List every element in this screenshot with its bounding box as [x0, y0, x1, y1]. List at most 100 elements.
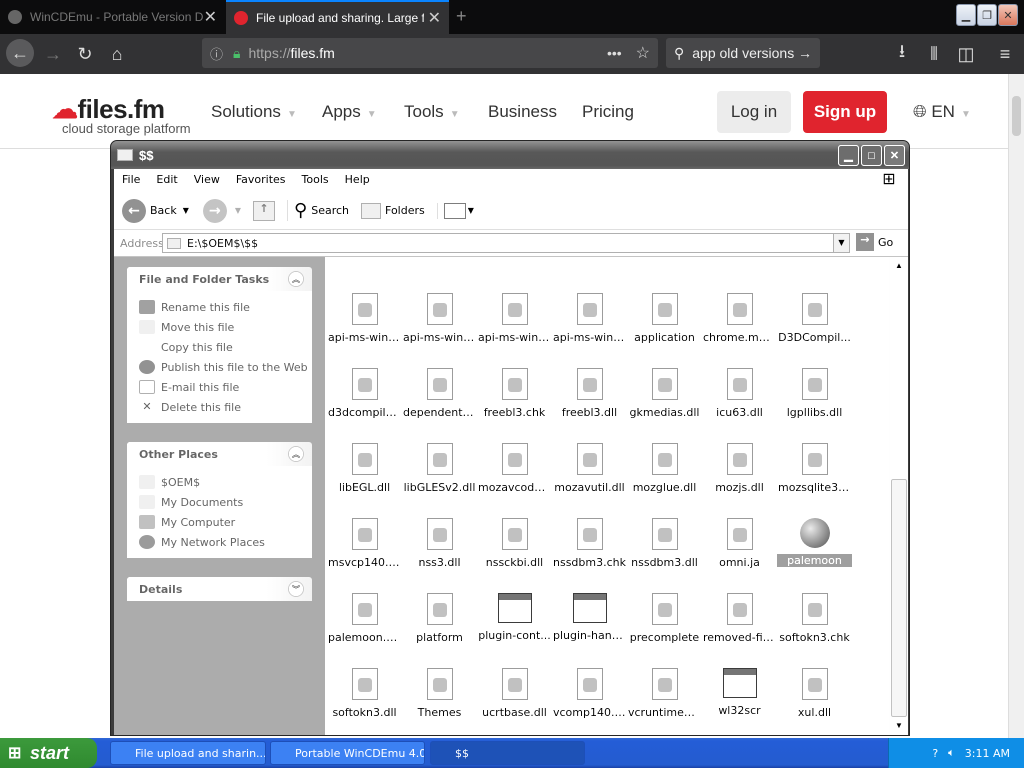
- file-item[interactable]: freebl3.dll: [552, 368, 627, 419]
- file-item[interactable]: msvcp140.dll: [327, 518, 402, 569]
- close-tab-icon[interactable]: ✕: [428, 8, 441, 28]
- panel-header[interactable]: Other Places ︽: [127, 442, 312, 466]
- close-button[interactable]: ✕: [884, 145, 905, 166]
- file-item[interactable]: softokn3.chk: [777, 593, 852, 644]
- place-oem[interactable]: $OEM$: [139, 472, 312, 492]
- signup-button[interactable]: Sign up: [803, 91, 887, 133]
- menu-tools[interactable]: Tools: [294, 173, 337, 186]
- up-folder-button[interactable]: ↑: [253, 200, 276, 221]
- go-button[interactable]: → Go: [856, 233, 893, 251]
- file-item[interactable]: libGLESv2.dll: [402, 443, 477, 494]
- nav-solutions[interactable]: Solutions ▼: [211, 102, 297, 122]
- panel-header[interactable]: Details ︾: [127, 577, 312, 601]
- file-item[interactable]: chrome.man...: [702, 293, 777, 344]
- place-my-computer[interactable]: My Computer: [139, 512, 312, 532]
- file-item[interactable]: mozavcodec...: [477, 443, 552, 494]
- file-item[interactable]: softokn3.dll: [327, 668, 402, 719]
- file-item[interactable]: omni.ja: [702, 518, 777, 569]
- file-item[interactable]: freebl3.chk: [477, 368, 552, 419]
- expand-icon[interactable]: ︾: [288, 581, 304, 597]
- menu-favorites[interactable]: Favorites: [228, 173, 294, 186]
- file-item[interactable]: wl32scr: [702, 668, 777, 717]
- file-item[interactable]: nssdbm3.dll: [627, 518, 702, 569]
- file-item[interactable]: mozavutil.dll: [552, 443, 627, 494]
- nav-business[interactable]: Business: [488, 102, 557, 122]
- file-item[interactable]: mozglue.dll: [627, 443, 702, 494]
- minimize-window-button[interactable]: ▁: [956, 4, 976, 26]
- task-move[interactable]: Move this file: [139, 317, 312, 337]
- file-item[interactable]: removed-files: [702, 593, 777, 644]
- file-item[interactable]: ucrtbase.dll: [477, 668, 552, 719]
- file-item[interactable]: palemoon.Vi...: [327, 593, 402, 644]
- menu-help[interactable]: Help: [337, 173, 378, 186]
- login-button[interactable]: Log in: [717, 91, 791, 133]
- help-icon[interactable]: ?: [932, 747, 938, 760]
- browser-tab-filesfm[interactable]: File upload and sharing. Large file ✕: [226, 0, 449, 34]
- page-actions-icon[interactable]: •••: [607, 45, 622, 61]
- file-item[interactable]: dependentli...: [402, 368, 477, 419]
- new-tab-icon[interactable]: +: [456, 6, 467, 27]
- download-icon[interactable]: ⭳: [890, 41, 914, 66]
- file-item[interactable]: icu63.dll: [702, 368, 777, 419]
- file-list-scrollbar[interactable]: ▲ ▼: [889, 257, 908, 735]
- bookmark-star-icon[interactable]: ☆: [636, 43, 650, 63]
- taskbar-item-explorer[interactable]: $$: [430, 741, 585, 765]
- back-arrow-icon[interactable]: ←: [6, 39, 34, 67]
- close-window-button[interactable]: ✕: [998, 4, 1018, 26]
- sidebar-icon[interactable]: ◫: [954, 42, 978, 66]
- place-network[interactable]: My Network Places: [139, 532, 312, 552]
- panel-header[interactable]: File and Folder Tasks ︽: [127, 267, 312, 291]
- file-item[interactable]: nssckbi.dll: [477, 518, 552, 569]
- forward-button[interactable]: → ▼: [202, 198, 241, 223]
- file-item[interactable]: nssdbm3.chk: [552, 518, 627, 569]
- file-item[interactable]: application: [627, 293, 702, 344]
- scroll-down-arrow-icon[interactable]: ▼: [891, 718, 907, 734]
- explorer-title-bar[interactable]: $$ ▁ □ ✕: [111, 141, 909, 169]
- task-delete[interactable]: ✕ Delete this file: [139, 397, 312, 417]
- file-item[interactable]: vcomp140.dll: [552, 668, 627, 719]
- file-item[interactable]: gkmedias.dll: [627, 368, 702, 419]
- file-item[interactable]: api-ms-win-...: [327, 293, 402, 344]
- file-item[interactable]: nss3.dll: [402, 518, 477, 569]
- address-field[interactable]: E:\$OEM$\$$ ▼: [162, 233, 850, 253]
- file-item[interactable]: D3DCompil...: [777, 293, 852, 344]
- collapse-icon[interactable]: ︽: [288, 271, 304, 287]
- file-item[interactable]: d3dcompiler...: [327, 368, 402, 419]
- taskbar-item-browser[interactable]: File upload and sharin...: [110, 741, 266, 765]
- scroll-up-arrow-icon[interactable]: ▲: [891, 258, 907, 274]
- file-item[interactable]: libEGL.dll: [327, 443, 402, 494]
- collapse-icon[interactable]: ︽: [288, 446, 304, 462]
- files-fm-logo[interactable]: ☁files.fm cloud storage platform: [52, 94, 191, 136]
- close-tab-icon[interactable]: ✕: [204, 7, 217, 27]
- maximize-button[interactable]: □: [861, 145, 882, 166]
- menu-icon[interactable]: ≡: [993, 42, 1017, 66]
- minimize-button[interactable]: ▁: [838, 145, 859, 166]
- file-item[interactable]: plugin-cont...: [477, 593, 552, 642]
- nav-pricing[interactable]: Pricing: [582, 102, 634, 122]
- file-item[interactable]: vcruntime1...: [627, 668, 702, 719]
- forward-arrow-icon[interactable]: →: [41, 42, 65, 66]
- file-item[interactable]: xul.dll: [777, 668, 852, 719]
- place-my-documents[interactable]: My Documents: [139, 492, 312, 512]
- search-button[interactable]: ⚲ Search: [287, 200, 349, 221]
- file-item[interactable]: api-ms-win-...: [552, 293, 627, 344]
- chevron-down-icon[interactable]: ▼: [833, 234, 849, 252]
- start-button[interactable]: ⊞ start: [0, 738, 97, 768]
- language-selector[interactable]: 🌐︎ EN ▼: [913, 102, 971, 122]
- file-item[interactable]: lgpllibs.dll: [777, 368, 852, 419]
- nav-apps[interactable]: Apps ▼: [322, 102, 377, 122]
- task-rename[interactable]: Rename this file: [139, 297, 312, 317]
- nav-tools[interactable]: Tools ▼: [404, 102, 460, 122]
- page-scrollbar[interactable]: [1008, 74, 1024, 738]
- speaker-icon[interactable]: 🔈︎: [948, 746, 955, 760]
- task-email[interactable]: E-mail this file: [139, 377, 312, 397]
- search-bar[interactable]: ⚲ app old versions →: [666, 38, 820, 68]
- menu-edit[interactable]: Edit: [148, 173, 185, 186]
- menu-file[interactable]: File: [114, 173, 148, 186]
- url-bar[interactable]: ⓘ 🔒︎ https:// files.fm ••• ☆: [202, 38, 658, 68]
- task-copy[interactable]: Copy this file: [139, 337, 312, 357]
- menu-view[interactable]: View: [186, 173, 228, 186]
- search-go-icon[interactable]: →: [798, 45, 812, 61]
- file-item[interactable]: Themes: [402, 668, 477, 719]
- taskbar-item-wincdemu[interactable]: Portable WinCDEmu 4.0: [270, 741, 425, 765]
